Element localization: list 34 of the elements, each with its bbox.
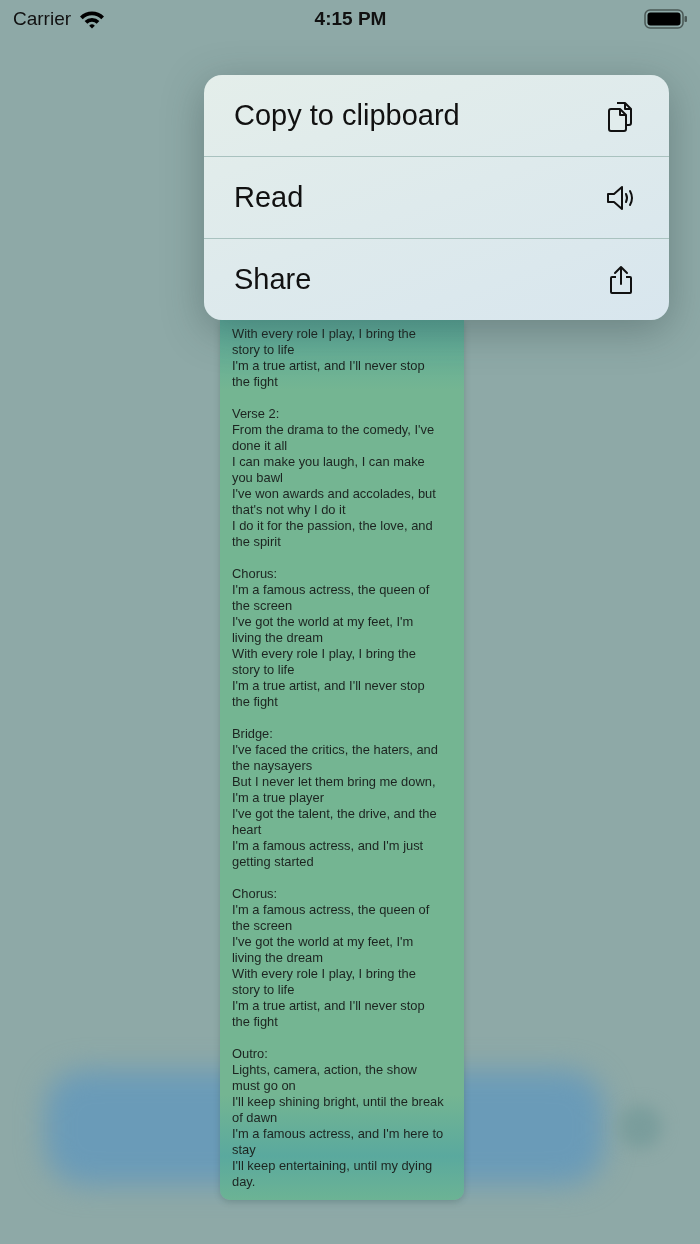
lyric-line: From the drama to the comedy, I've done it all xyxy=(232,422,436,454)
lyric-line: I can make you laugh, I can make you bawl xyxy=(232,454,426,486)
lyric-line: I've faced the critics, the haters, and the naysayers xyxy=(232,742,439,774)
lyric-line: I'm a true artist, and I'll never stop the fight xyxy=(232,678,426,710)
lyric-line: I'm a famous actress, the queen of the screen xyxy=(232,582,431,614)
lyric-line: With every role I play, I bring the story to life xyxy=(232,646,417,678)
lyric-line: I've got the world at my feet, I'm living the dream xyxy=(232,614,415,646)
lyric-line: Chorus: xyxy=(232,566,279,582)
menu-item[interactable]: Read xyxy=(204,156,669,238)
lyric-line: I'm a famous actress, and I'm here to stay xyxy=(232,1126,445,1158)
wifi-icon xyxy=(79,9,106,29)
lyric-line: With every role I play, I bring the story to life xyxy=(232,326,417,358)
lyric-line: I'll keep entertaining, until my dying day. xyxy=(232,1158,434,1190)
menu-item[interactable]: Copy to clipboard xyxy=(204,75,669,156)
lyric-line: I'm a true artist, and I'll never stop the fight xyxy=(232,998,426,1030)
lyric-line: I do it for the passion, the love, and the spirit xyxy=(232,518,434,550)
lyric-line: Verse 2: xyxy=(232,406,281,422)
lyric-line: Chorus: xyxy=(232,886,279,902)
menu-item[interactable]: Share xyxy=(204,238,669,320)
lyric-line: I've got the talent, the drive, and the heart xyxy=(232,806,438,838)
lyric-line: I'm a famous actress, and I'm just getting started xyxy=(232,838,425,870)
lyric-line: With every role I play, I bring the story to life xyxy=(232,966,417,998)
lyric-line: Outro: xyxy=(232,1046,269,1062)
status-time: 4:15 PM xyxy=(314,8,387,30)
carrier-label: Carrier xyxy=(13,8,72,30)
lyric-line: Bridge: xyxy=(232,726,274,742)
lyric-line: I'm a famous actress, the queen of the screen xyxy=(232,902,431,934)
lyric-line: I'm a true artist, and I'll never stop the fight xyxy=(232,358,426,390)
lyric-line: But I never let them bring me down, I'm a true player xyxy=(232,774,437,806)
lyric-line: I've won awards and accolades, but that's not why I do it xyxy=(232,486,437,518)
lyric-line: Lights, camera, action, the show must go on xyxy=(232,1062,418,1094)
battery-icon xyxy=(644,8,688,30)
lyric-line: I'll keep shining bright, until the break of dawn xyxy=(232,1094,445,1126)
lyric-line: I've got the world at my feet, I'm living the dream xyxy=(232,934,415,966)
